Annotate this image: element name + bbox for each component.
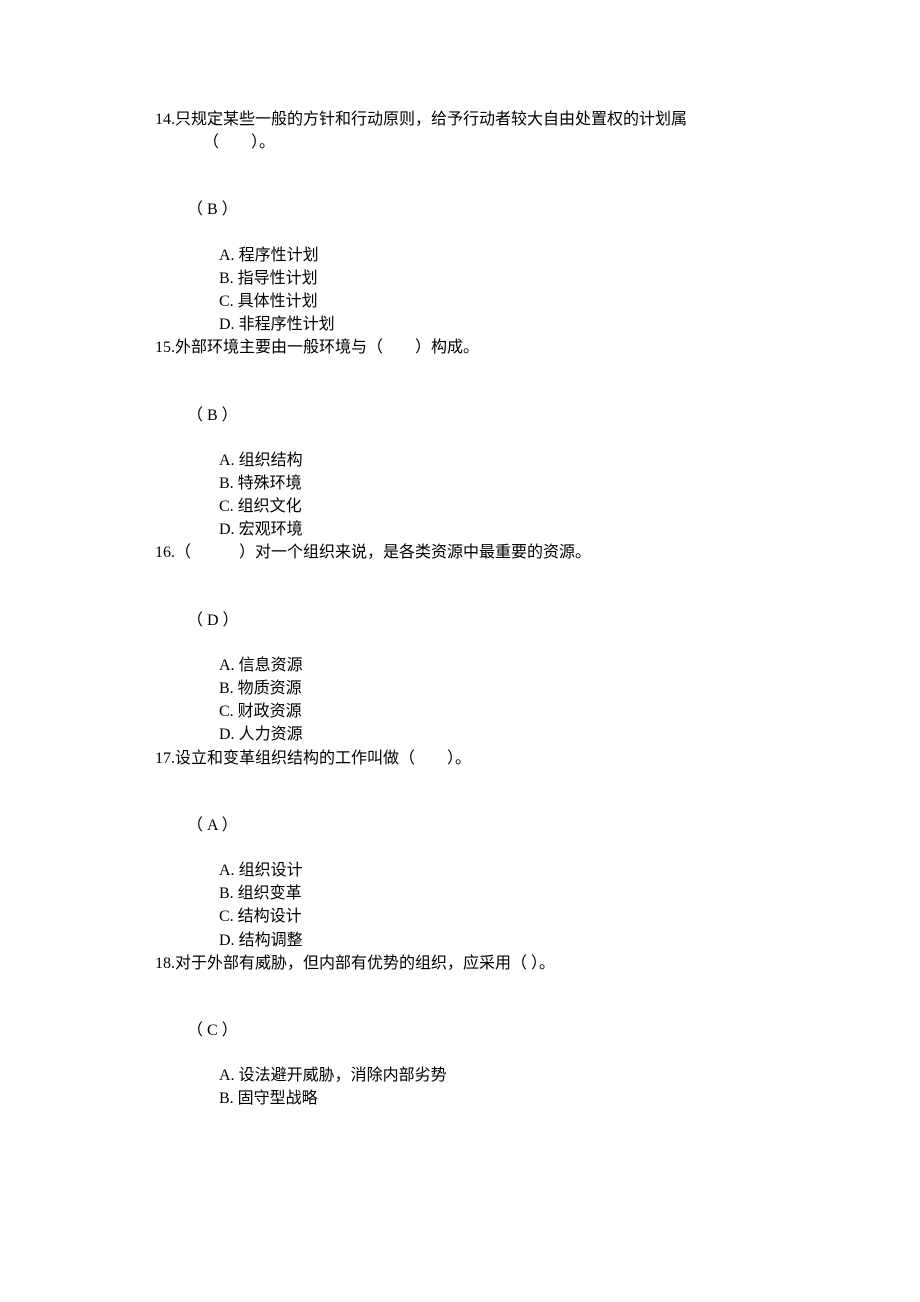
option-label: D. <box>219 723 239 746</box>
option-a: A. 组织结构 <box>219 449 765 472</box>
question-text: 只规定某些一般的方针和行动原则，给予行动者较大自由处置权的计划属 <box>175 108 765 131</box>
question-answer: （ C ） <box>155 1019 765 1042</box>
question-options: A. 组织结构 B. 特殊环境 C. 组织文化 D. 宏观环境 <box>155 449 765 542</box>
option-label: C. <box>219 905 238 928</box>
question-18: 18. 对于外部有威胁，但内部有优势的组织，应采用（ ）。 （ C ） A. 设… <box>155 952 765 1111</box>
option-label: C. <box>219 290 238 313</box>
option-label: A. <box>219 859 239 882</box>
option-text: 非程序性计划 <box>239 313 335 336</box>
option-label: A. <box>219 654 239 677</box>
question-text: 对于外部有威胁，但内部有优势的组织，应采用（ ）。 <box>175 952 765 975</box>
option-b: B. 组织变革 <box>219 882 765 905</box>
question-answer: （ B ） <box>155 404 765 427</box>
option-text: 宏观环境 <box>239 518 303 541</box>
question-answer: （ B ） <box>155 198 765 221</box>
option-c: C. 具体性计划 <box>219 290 765 313</box>
question-answer: （ A ） <box>155 814 765 837</box>
question-number: 18. <box>155 952 175 975</box>
question-answer: （ D ） <box>155 609 765 632</box>
option-d: D. 人力资源 <box>219 723 765 746</box>
page-content: 14. 只规定某些一般的方针和行动原则，给予行动者较大自由处置权的计划属 （ ）… <box>0 0 920 1110</box>
option-c: C. 财政资源 <box>219 700 765 723</box>
option-text: 组织变革 <box>238 882 302 905</box>
question-number: 15. <box>155 336 175 359</box>
option-a: A. 信息资源 <box>219 654 765 677</box>
option-label: A. <box>219 449 239 472</box>
option-label: B. <box>219 882 238 905</box>
option-b: B. 指导性计划 <box>219 267 765 290</box>
option-text: 特殊环境 <box>238 472 302 495</box>
option-text: 人力资源 <box>239 723 303 746</box>
option-a: A. 程序性计划 <box>219 244 765 267</box>
question-stem: 18. 对于外部有威胁，但内部有优势的组织，应采用（ ）。 <box>155 952 765 975</box>
option-text: 物质资源 <box>238 677 302 700</box>
question-stem: 16. （ ）对一个组织来说，是各类资源中最重要的资源。 <box>155 541 765 564</box>
option-label: B. <box>219 1087 238 1110</box>
question-stem: 17. 设立和变革组织结构的工作叫做（ ）。 <box>155 747 765 770</box>
option-a: A. 组织设计 <box>219 859 765 882</box>
question-options: A. 设法避开威胁，消除内部劣势 B. 固守型战略 <box>155 1064 765 1110</box>
option-text: 组织结构 <box>239 449 303 472</box>
option-b: B. 特殊环境 <box>219 472 765 495</box>
question-14: 14. 只规定某些一般的方针和行动原则，给予行动者较大自由处置权的计划属 （ ）… <box>155 108 765 336</box>
question-text: 外部环境主要由一般环境与（ ）构成。 <box>175 336 765 359</box>
question-text: （ ）对一个组织来说，是各类资源中最重要的资源。 <box>175 541 765 564</box>
option-text: 信息资源 <box>239 654 303 677</box>
option-label: B. <box>219 472 238 495</box>
option-a: A. 设法避开威胁，消除内部劣势 <box>219 1064 765 1087</box>
option-c: C. 结构设计 <box>219 905 765 928</box>
question-continuation: （ ）。 <box>155 131 765 154</box>
question-options: A. 组织设计 B. 组织变革 C. 结构设计 D. 结构调整 <box>155 859 765 952</box>
option-label: C. <box>219 495 238 518</box>
option-b: B. 物质资源 <box>219 677 765 700</box>
option-text: 程序性计划 <box>239 244 319 267</box>
option-label: B. <box>219 267 238 290</box>
question-17: 17. 设立和变革组织结构的工作叫做（ ）。 （ A ） A. 组织设计 B. … <box>155 747 765 952</box>
option-label: C. <box>219 700 238 723</box>
option-d: D. 宏观环境 <box>219 518 765 541</box>
question-text: 设立和变革组织结构的工作叫做（ ）。 <box>175 747 765 770</box>
option-b: B. 固守型战略 <box>219 1087 765 1110</box>
option-text: 设法避开威胁，消除内部劣势 <box>239 1064 447 1087</box>
question-number: 14. <box>155 108 175 131</box>
option-label: D. <box>219 929 239 952</box>
option-text: 组织文化 <box>238 495 302 518</box>
question-options: A. 程序性计划 B. 指导性计划 C. 具体性计划 D. 非程序性计划 <box>155 244 765 337</box>
question-15: 15. 外部环境主要由一般环境与（ ）构成。 （ B ） A. 组织结构 B. … <box>155 336 765 541</box>
option-label: D. <box>219 313 239 336</box>
option-label: A. <box>219 1064 239 1087</box>
option-text: 组织设计 <box>239 859 303 882</box>
question-16: 16. （ ）对一个组织来说，是各类资源中最重要的资源。 （ D ） A. 信息… <box>155 541 765 746</box>
option-text: 结构调整 <box>239 929 303 952</box>
option-label: A. <box>219 244 239 267</box>
option-c: C. 组织文化 <box>219 495 765 518</box>
option-label: D. <box>219 518 239 541</box>
option-d: D. 非程序性计划 <box>219 313 765 336</box>
question-number: 17. <box>155 747 175 770</box>
question-number: 16. <box>155 541 175 564</box>
option-text: 具体性计划 <box>238 290 318 313</box>
option-d: D. 结构调整 <box>219 929 765 952</box>
question-stem: 15. 外部环境主要由一般环境与（ ）构成。 <box>155 336 765 359</box>
option-text: 财政资源 <box>238 700 302 723</box>
question-options: A. 信息资源 B. 物质资源 C. 财政资源 D. 人力资源 <box>155 654 765 747</box>
option-text: 固守型战略 <box>238 1087 318 1110</box>
option-text: 结构设计 <box>238 905 302 928</box>
question-stem: 14. 只规定某些一般的方针和行动原则，给予行动者较大自由处置权的计划属 <box>155 108 765 131</box>
option-label: B. <box>219 677 238 700</box>
option-text: 指导性计划 <box>238 267 318 290</box>
